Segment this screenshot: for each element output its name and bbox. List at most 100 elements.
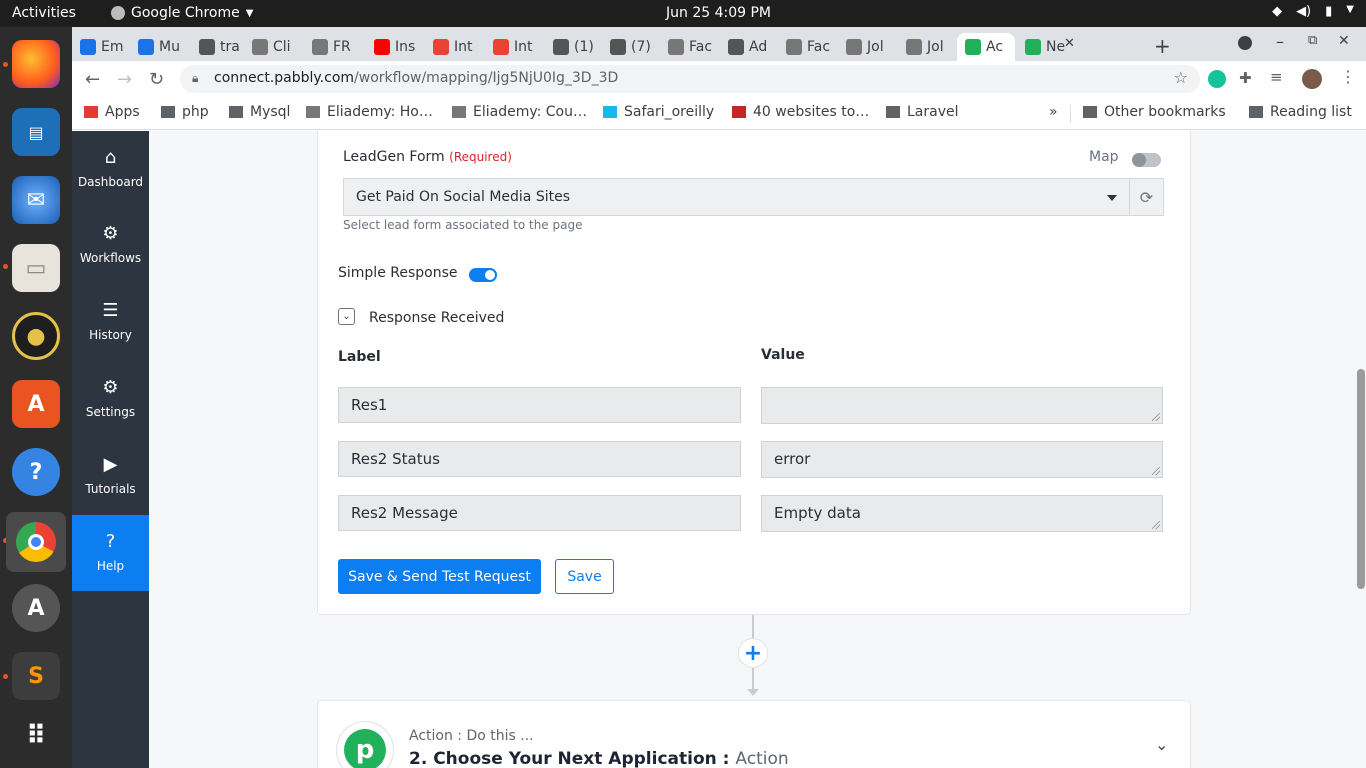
url-path: /workflow/mapping/Ijg5NjU0Ig_3D_3D bbox=[354, 70, 619, 86]
refresh-button[interactable]: ⟳ bbox=[1129, 178, 1164, 216]
lock-icon: 🔒︎ bbox=[192, 71, 199, 85]
sidebar-item-dashboard[interactable]: ⌂ Dashboard bbox=[72, 131, 149, 207]
save-button[interactable]: Save bbox=[555, 559, 614, 594]
favicon-icon bbox=[610, 39, 626, 55]
chrome-dock-icon[interactable] bbox=[6, 512, 66, 572]
sidebar-item-workflows[interactable]: ⚙ Workflows bbox=[72, 207, 149, 283]
scrollbar-thumb[interactable] bbox=[1357, 369, 1365, 589]
simple-response-toggle[interactable] bbox=[469, 268, 497, 282]
updater-icon[interactable]: A bbox=[12, 584, 60, 632]
tab-label: Int bbox=[454, 39, 473, 55]
browser-tab[interactable]: Cli bbox=[252, 33, 304, 61]
close-window-icon[interactable]: ✕ bbox=[1338, 33, 1350, 49]
browser-tab[interactable]: FR bbox=[312, 33, 364, 61]
bookmark-item[interactable]: Reading list bbox=[1249, 104, 1352, 120]
leadgen-form-select[interactable]: Get Paid On Social Media Sites bbox=[343, 178, 1130, 216]
bookmark-item[interactable]: Eliademy: Cou… bbox=[452, 104, 587, 120]
browser-tab[interactable]: Fac bbox=[668, 33, 720, 61]
bookmark-item[interactable]: Mysql bbox=[229, 104, 290, 120]
browser-tab[interactable]: Ins bbox=[374, 33, 426, 61]
clock[interactable]: Jun 25 4:09 PM bbox=[666, 5, 771, 21]
browser-tab[interactable]: Int bbox=[493, 33, 545, 61]
response-received-toggle[interactable]: ⌄ bbox=[338, 308, 355, 325]
resize-handle[interactable] bbox=[1152, 467, 1160, 475]
browser-tab[interactable]: tra bbox=[199, 33, 251, 61]
browser-tab[interactable]: Em bbox=[80, 33, 132, 61]
software-center-icon[interactable]: A bbox=[12, 380, 60, 428]
browser-tab[interactable]: Jol bbox=[846, 33, 898, 61]
browser-tab[interactable]: (1) bbox=[553, 33, 605, 61]
reload-icon[interactable]: ↻ bbox=[149, 69, 164, 90]
bookmark-label: Laravel bbox=[907, 104, 959, 120]
eliademy-icon bbox=[452, 106, 466, 118]
response-value-field[interactable]: Empty data bbox=[761, 495, 1163, 532]
action-step-card[interactable]: p Action : Do this ... 2. Choose Your Ne… bbox=[317, 700, 1191, 768]
bookmark-item[interactable]: php bbox=[161, 104, 209, 120]
sidebar-item-help[interactable]: ? Help bbox=[72, 515, 149, 591]
app-menu[interactable]: Google Chrome ▼ bbox=[111, 5, 253, 21]
save-send-test-button[interactable]: Save & Send Test Request bbox=[338, 559, 541, 594]
tab-label: Int bbox=[514, 39, 533, 55]
forward-icon[interactable]: → bbox=[117, 69, 132, 90]
response-value-field[interactable] bbox=[761, 387, 1163, 424]
new-tab-icon[interactable]: + bbox=[1154, 34, 1171, 58]
sidebar-item-tutorials[interactable]: ▶ Tutorials bbox=[72, 438, 149, 514]
firefox-icon[interactable] bbox=[12, 40, 60, 88]
menu-kebab-icon[interactable]: ⋮ bbox=[1340, 67, 1356, 86]
system-tray[interactable]: ◆ ◀) ▮ ▼ bbox=[1272, 4, 1354, 19]
resize-handle[interactable] bbox=[1152, 521, 1160, 529]
browser-tab[interactable]: (7) bbox=[610, 33, 662, 61]
sublime-text-icon[interactable]: S bbox=[12, 652, 60, 700]
bookmark-item[interactable]: Other bookmarks bbox=[1083, 104, 1226, 120]
restore-icon[interactable]: ⧉ bbox=[1308, 33, 1317, 48]
bookmark-star-icon[interactable]: ☆ bbox=[1174, 68, 1188, 87]
minimize-icon[interactable]: – bbox=[1276, 32, 1284, 51]
tab-search-icon[interactable] bbox=[1238, 36, 1252, 50]
response-value-field[interactable]: error bbox=[761, 441, 1163, 478]
back-icon[interactable]: ← bbox=[85, 69, 100, 90]
map-toggle[interactable] bbox=[1132, 153, 1161, 167]
tab-label: FR bbox=[333, 39, 351, 55]
bookmark-item[interactable]: Laravel bbox=[886, 104, 959, 120]
tab-label: Em bbox=[101, 39, 124, 55]
app-sidebar: ⌂ Dashboard ⚙ Workflows ☰ History ⚙ Settings… bbox=[72, 131, 149, 768]
favicon-icon bbox=[80, 39, 96, 55]
page-scrollbar[interactable] bbox=[1356, 131, 1366, 768]
show-apps-icon[interactable]: ⠿ bbox=[12, 712, 60, 760]
bookmark-item[interactable]: 40 websites to… bbox=[732, 104, 869, 120]
connector-line bbox=[752, 668, 754, 689]
browser-tab[interactable]: Fac bbox=[786, 33, 838, 61]
bookmark-item[interactable]: Apps bbox=[84, 104, 140, 120]
close-tab-icon[interactable]: ✕ bbox=[1064, 36, 1075, 51]
value-column-header: Value bbox=[761, 347, 805, 363]
browser-tab[interactable]: Ac bbox=[957, 33, 1015, 61]
libreoffice-impress-icon[interactable]: ▤ bbox=[12, 108, 60, 156]
rhythmbox-icon[interactable]: ● bbox=[12, 312, 60, 360]
grammarly-icon[interactable] bbox=[1208, 70, 1226, 88]
activities-button[interactable]: Activities bbox=[12, 5, 76, 21]
favicon-icon bbox=[786, 39, 802, 55]
tab-label: Ins bbox=[395, 39, 416, 55]
extensions-icon[interactable]: ✚ bbox=[1239, 69, 1252, 87]
chevron-down-icon[interactable]: ⌄ bbox=[1155, 735, 1168, 754]
browser-tab[interactable]: Mu bbox=[138, 33, 190, 61]
url-bar[interactable]: 🔒︎ connect.pabbly.com/workflow/mapping/I… bbox=[180, 65, 1200, 93]
bookmark-divider bbox=[1070, 105, 1071, 123]
help-icon[interactable]: ? bbox=[12, 448, 60, 496]
add-step-button[interactable]: + bbox=[738, 638, 768, 668]
bookmark-item[interactable]: Safari_oreilly bbox=[603, 104, 714, 120]
sidebar-item-settings[interactable]: ⚙ Settings bbox=[72, 361, 149, 437]
reading-queue-icon[interactable]: ≡ bbox=[1270, 68, 1283, 86]
browser-tab[interactable]: Jol bbox=[906, 33, 958, 61]
thunderbird-icon[interactable]: ✉ bbox=[12, 176, 60, 224]
bookmark-item[interactable]: » bbox=[1049, 104, 1058, 120]
profile-avatar[interactable] bbox=[1302, 69, 1322, 89]
sidebar-item-history[interactable]: ☰ History bbox=[72, 284, 149, 360]
browser-tab[interactable]: Ad bbox=[728, 33, 780, 61]
files-icon[interactable]: ▭ bbox=[12, 244, 60, 292]
bookmark-item[interactable]: Eliademy: Ho… bbox=[306, 104, 433, 120]
browser-tab[interactable]: Int bbox=[433, 33, 485, 61]
favicon-icon bbox=[138, 39, 154, 55]
wifi-icon: ◆ bbox=[1272, 4, 1283, 19]
resize-handle[interactable] bbox=[1152, 413, 1160, 421]
